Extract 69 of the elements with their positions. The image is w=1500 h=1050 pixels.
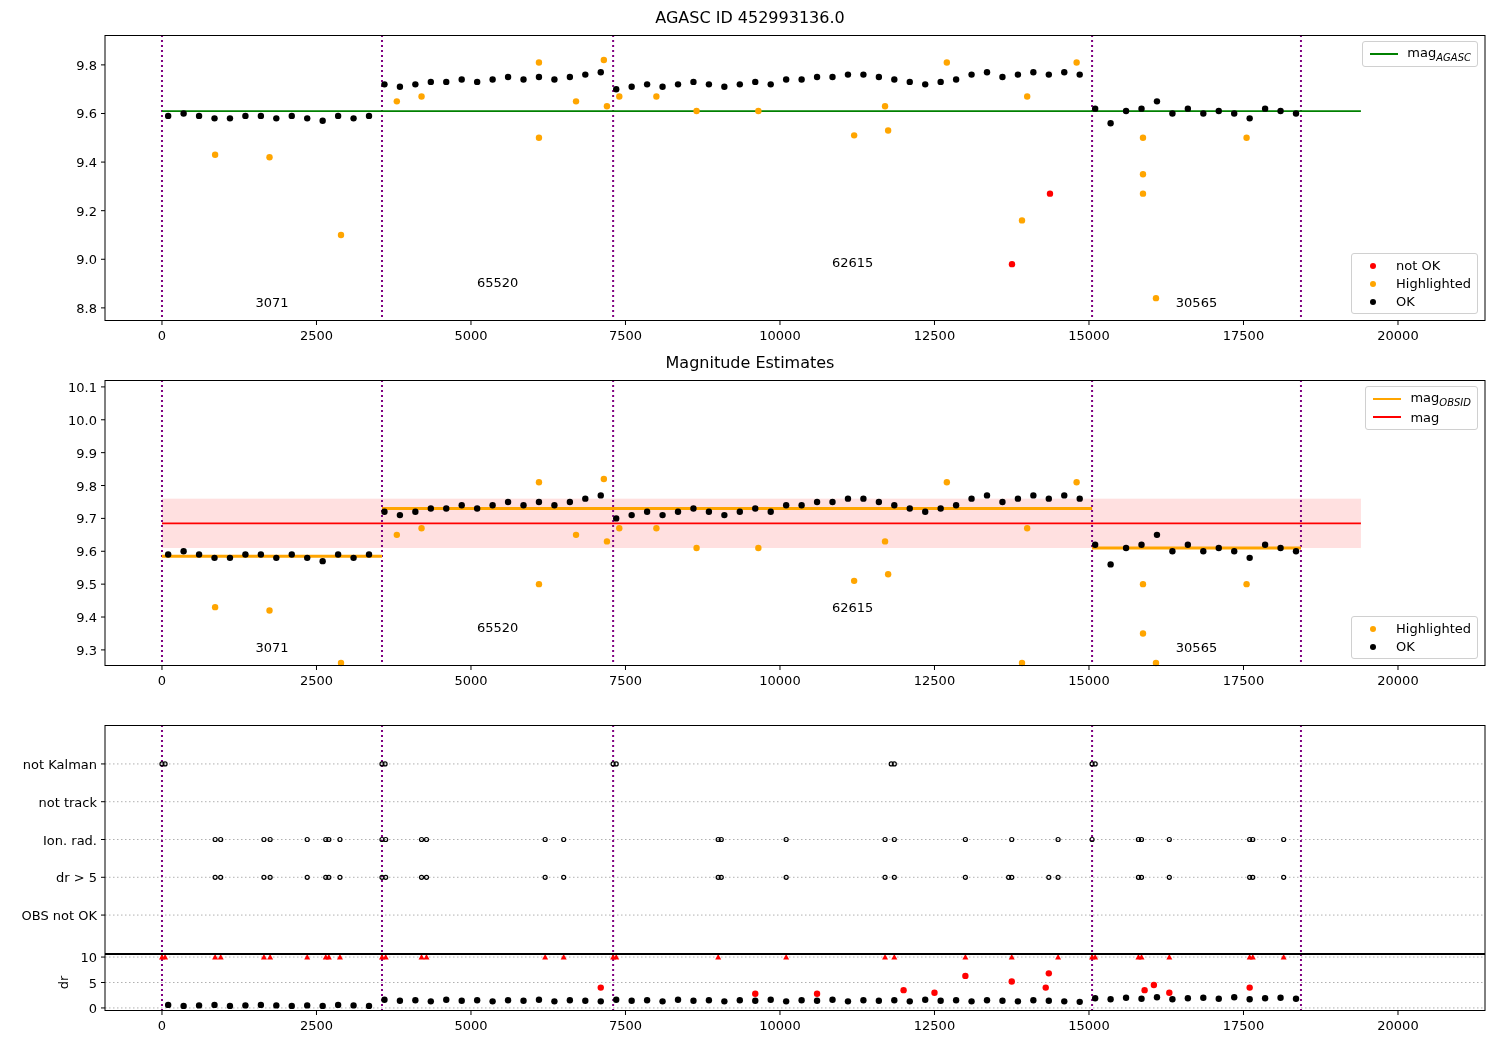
tick-label: 5 — [88, 975, 97, 991]
tick-label: 17500 — [1222, 1018, 1265, 1033]
legend-label: OK — [1396, 294, 1415, 309]
tick-label: 2500 — [299, 1018, 334, 1033]
tick-label: 12500 — [913, 1018, 956, 1033]
tick-label: 9.7 — [76, 511, 97, 527]
tick-label: 12500 — [913, 673, 956, 688]
tick-label: 7500 — [608, 328, 643, 343]
tick-label: 2500 — [299, 328, 334, 343]
tick-label: 10000 — [759, 673, 801, 688]
segment-label: 3071 — [255, 640, 289, 655]
legend-label: OK — [1396, 639, 1415, 654]
tick-label: 9.4 — [76, 610, 97, 625]
tick-label: 0 — [88, 1000, 97, 1016]
tick-label: 10000 — [759, 328, 801, 343]
category-label: not Kalman — [22, 756, 97, 772]
tick-label: 10.1 — [68, 379, 97, 395]
tick-label: 10.0 — [68, 412, 97, 428]
segment-label: 62615 — [831, 255, 874, 270]
tick-label: 12500 — [913, 328, 956, 343]
segment-label: 65520 — [476, 620, 519, 635]
tick-label: 5000 — [454, 673, 488, 688]
category-label: OBS not OK — [21, 908, 97, 924]
tick-label: 7500 — [608, 673, 643, 688]
chart-title: Magnitude Estimates — [665, 353, 835, 372]
segment-label: 3071 — [255, 295, 289, 310]
segment-label: 65520 — [476, 275, 519, 290]
axis-label: dr — [56, 975, 71, 990]
tick-label: 9.4 — [76, 155, 97, 171]
tick-label: 9.9 — [76, 445, 97, 461]
tick-label: 0 — [157, 328, 167, 343]
tick-label: 0 — [157, 1018, 167, 1033]
tick-label: 17500 — [1222, 328, 1265, 343]
tick-label: 20000 — [1377, 1018, 1419, 1033]
tick-label: 17500 — [1222, 673, 1265, 688]
tick-label: 9.6 — [76, 106, 97, 122]
tick-label: 9.8 — [76, 478, 97, 494]
tick-label: 15000 — [1068, 328, 1110, 343]
tick-label: 5000 — [454, 1018, 488, 1033]
chart-title: AGASC ID 452993136.0 — [655, 8, 845, 27]
segment-label: 30565 — [1175, 640, 1218, 655]
category-label: dr > 5 — [55, 870, 97, 886]
legend-label: mag$_{AGASC}$ — [1407, 45, 1471, 63]
tick-label: 15000 — [1068, 1018, 1110, 1033]
tick-label: 2500 — [299, 673, 334, 688]
tick-label: 5000 — [454, 328, 488, 343]
tick-label: 7500 — [608, 1018, 643, 1033]
category-label: Ion. rad. — [43, 832, 97, 848]
tick-label: 8.8 — [76, 300, 97, 316]
tick-label: 15000 — [1068, 673, 1110, 688]
category-label: not track — [38, 794, 97, 810]
tick-label: 9.2 — [76, 203, 97, 219]
legend-label: mag — [1410, 409, 1440, 425]
legend-label: not OK — [1396, 258, 1441, 273]
tick-label: 20000 — [1377, 328, 1419, 343]
tick-label: 9.8 — [76, 57, 97, 73]
legend-label: Highlighted — [1396, 621, 1471, 636]
tick-label: 9.6 — [76, 544, 97, 560]
tick-label: 9.5 — [76, 577, 97, 593]
tick-label: 10 — [80, 950, 97, 966]
tick-label: 20000 — [1377, 673, 1419, 688]
legend-label: Highlighted — [1396, 276, 1471, 291]
tick-label: 9.3 — [76, 642, 97, 658]
segment-label: 30565 — [1175, 295, 1218, 310]
tick-label: 10000 — [759, 1018, 801, 1033]
legend-label: mag$_{OBSID}$ — [1410, 390, 1471, 408]
tick-label: 9.0 — [76, 252, 97, 268]
tick-label: 0 — [157, 673, 167, 688]
segment-label: 62615 — [831, 600, 874, 615]
